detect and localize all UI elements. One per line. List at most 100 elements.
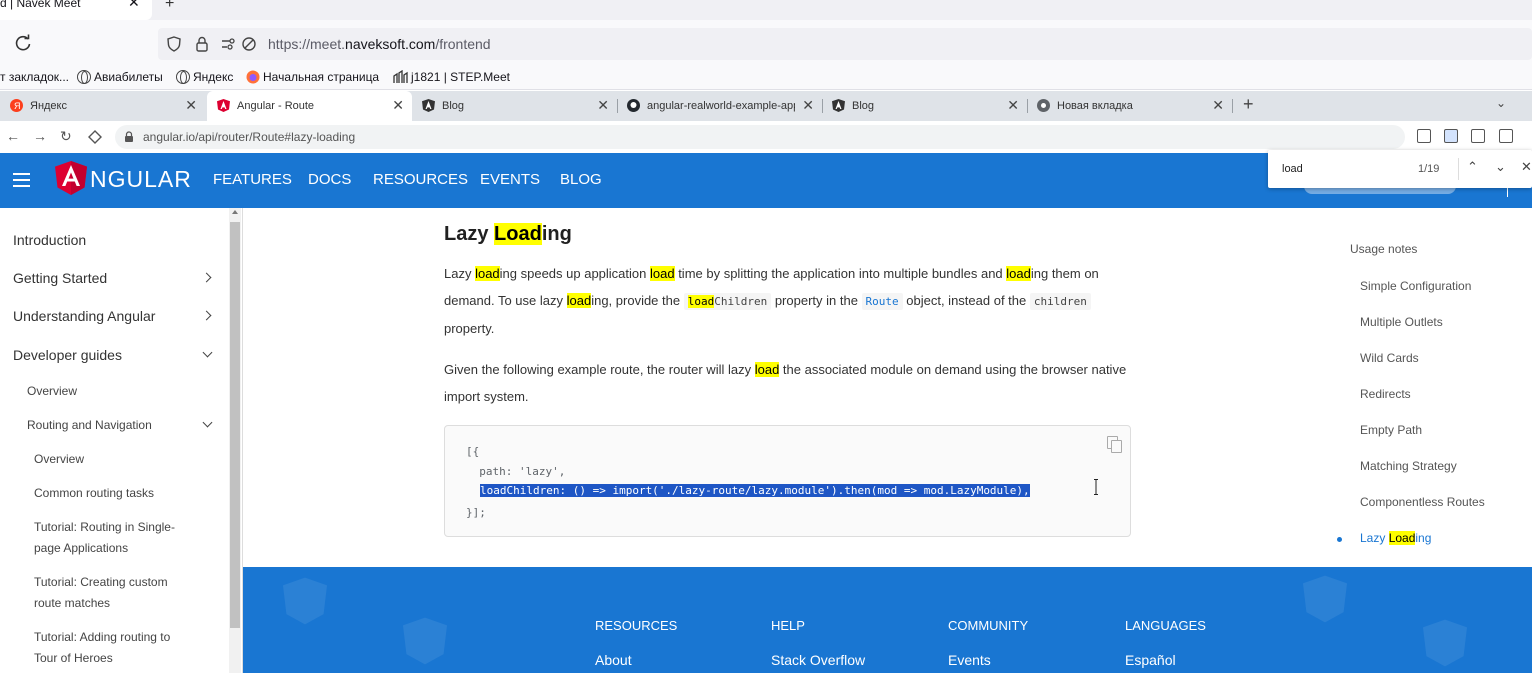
bookmark-import[interactable]: т закладок...	[0, 70, 69, 84]
lock-icon[interactable]	[194, 36, 210, 52]
inner-tab-new-tab[interactable]: Новая вкладка ✕	[1027, 91, 1232, 121]
angular-logo-icon[interactable]	[55, 161, 87, 195]
toc-item-lazy-loading[interactable]: Lazy Loading	[1360, 531, 1431, 545]
nav-blog[interactable]: BLOG	[560, 171, 602, 188]
angular-wordmark[interactable]: NGULAR	[90, 166, 192, 193]
footer-heading-community: COMMUNITY	[948, 618, 1029, 633]
tab-close-icon[interactable]: ✕	[185, 97, 197, 114]
tab-close-icon[interactable]: ✕	[392, 97, 404, 114]
sidebar-item-tutorial-custom-route[interactable]: Tutorial: Creating custom route matches	[34, 572, 184, 614]
bookmark-start-page[interactable]: Начальная страница	[246, 70, 379, 84]
hamburger-menu-icon[interactable]	[13, 173, 30, 187]
bookmark-yandex[interactable]: Яндекс	[176, 70, 233, 84]
sidebar-item-introduction[interactable]: Introduction	[13, 232, 86, 248]
find-next-chevron-icon[interactable]: ⌄	[1495, 159, 1506, 175]
translate-icon[interactable]	[1471, 129, 1485, 143]
sidebar-item-common-routing-tasks[interactable]: Common routing tasks	[34, 483, 154, 504]
scroll-up-arrow-icon[interactable]	[232, 210, 238, 214]
toc-item-wild-cards[interactable]: Wild Cards	[1360, 351, 1419, 365]
bookmark-label: Яндекс	[193, 70, 234, 84]
inner-tab-blog-1[interactable]: Blog ✕	[412, 91, 617, 121]
chevron-down-icon[interactable]	[202, 347, 213, 358]
outer-new-tab-button[interactable]: +	[165, 0, 174, 13]
inner-tab-github[interactable]: angular-realworld-example-app/ ✕	[617, 91, 822, 121]
text: Given the following example route, the r…	[444, 362, 755, 377]
find-prev-chevron-icon[interactable]: ⌃	[1467, 159, 1478, 175]
inner-tab-angular-route[interactable]: Angular - Route ✕	[207, 91, 412, 121]
step-logo-icon	[393, 69, 408, 83]
toc-item-empty-path[interactable]: Empty Path	[1360, 423, 1422, 437]
toc-item-componentless-routes[interactable]: Componentless Routes	[1360, 495, 1485, 509]
download-icon[interactable]	[1417, 129, 1431, 143]
nav-events[interactable]: EVENTS	[480, 171, 540, 188]
forward-arrow-icon[interactable]: →	[33, 128, 47, 144]
sidebar-item-tutorial-spa[interactable]: Tutorial: Routing in Single-page Applica…	[34, 517, 184, 559]
inline-code-route-link[interactable]: Route	[861, 293, 903, 310]
outer-navigation-bar: https://meet.naveksoft.com/frontend	[0, 20, 1532, 66]
scrollbar-thumb[interactable]	[230, 222, 240, 628]
footer-link-events[interactable]: Events	[948, 652, 991, 668]
bookmark-step-meet[interactable]: j1821 | STEP.Meet	[393, 69, 510, 84]
sidebar-scrollbar[interactable]	[229, 208, 241, 673]
chevron-right-icon[interactable]	[201, 272, 212, 283]
tracking-protection-icon[interactable]	[241, 36, 257, 52]
permissions-icon[interactable]	[220, 36, 236, 52]
footer-link-stack-overflow[interactable]: Stack Overflow	[771, 652, 865, 668]
tab-label: angular-realworld-example-app/	[647, 100, 795, 112]
sidebar-item-routing-overview[interactable]: Overview	[34, 449, 84, 470]
find-input[interactable]: load	[1282, 163, 1303, 175]
inner-tab-yandex[interactable]: Я Яндекс ✕	[0, 91, 205, 121]
inner-url-bar[interactable]: angular.io/api/router/Route#lazy-loading	[115, 125, 1405, 149]
chevron-down-icon[interactable]	[202, 417, 213, 428]
sidebar-item-getting-started[interactable]: Getting Started	[13, 270, 107, 286]
text: property.	[444, 321, 495, 336]
angular-watermark-icon	[283, 577, 327, 625]
outer-tab-title: d | Navek Meet	[0, 0, 81, 10]
share-icon[interactable]	[1499, 129, 1513, 143]
outer-url-bar[interactable]: https://meet.naveksoft.com/frontend	[158, 28, 1532, 60]
back-arrow-icon[interactable]: ←	[6, 128, 20, 144]
text: time by splitting the application into m…	[674, 266, 1007, 281]
bookmark-aviabilety[interactable]: Авиабилеты	[77, 70, 163, 84]
sidebar-item-overview[interactable]: Overview	[27, 384, 77, 398]
toc-item-redirects[interactable]: Redirects	[1360, 387, 1411, 401]
tab-separator	[1232, 99, 1233, 113]
angular-watermark-icon	[1303, 575, 1347, 623]
toc-item-simple-configuration[interactable]: Simple Configuration	[1360, 279, 1471, 293]
inner-new-tab-button[interactable]: +	[1243, 94, 1254, 115]
tab-close-icon[interactable]: ✕	[597, 97, 609, 114]
outer-url-text[interactable]: https://meet.naveksoft.com/frontend	[268, 36, 491, 52]
globe-icon	[77, 70, 91, 84]
inner-tab-blog-2[interactable]: Blog ✕	[822, 91, 1027, 121]
find-close-icon[interactable]: ✕	[1521, 159, 1532, 175]
footer-link-about[interactable]: About	[595, 652, 632, 668]
tab-close-icon[interactable]: ✕	[1212, 97, 1224, 114]
code-example[interactable]: [{ path: 'lazy', loadChildren: () => imp…	[444, 425, 1131, 537]
reload-icon[interactable]: ↻	[60, 128, 72, 145]
sidebar-item-tutorial-tour-of-heroes[interactable]: Tutorial: Adding routing to Tour of Hero…	[34, 627, 184, 669]
nav-docs[interactable]: DOCS	[308, 171, 351, 188]
site-info-icon[interactable]	[124, 131, 134, 143]
tab-close-icon[interactable]: ✕	[1007, 97, 1019, 114]
sidebar-item-developer-guides[interactable]: Developer guides	[13, 347, 122, 363]
outer-tab-active[interactable]: d | Navek Meet ✕	[0, 0, 152, 20]
home-icon[interactable]	[87, 129, 103, 145]
outer-tab-close-icon[interactable]: ✕	[128, 0, 140, 9]
toc-item-multiple-outlets[interactable]: Multiple Outlets	[1360, 315, 1443, 329]
nav-resources[interactable]: RESOURCES	[373, 171, 468, 188]
chevron-right-icon[interactable]	[201, 310, 212, 321]
url-prefix: https://meet.	[268, 36, 346, 52]
sidebar-item-understanding-angular[interactable]: Understanding Angular	[13, 308, 155, 324]
outer-reload-icon[interactable]	[13, 33, 33, 53]
toc-heading[interactable]: Usage notes	[1350, 242, 1417, 256]
shield-icon[interactable]	[166, 36, 182, 52]
nav-features[interactable]: FEATURES	[213, 171, 292, 188]
copy-icon[interactable]	[1107, 436, 1122, 453]
bookmarks-toolbar: т закладок... Авиабилеты Яндекс Начальна…	[0, 66, 1532, 90]
find-in-page-icon[interactable]	[1444, 129, 1458, 143]
toc-item-matching-strategy[interactable]: Matching Strategy	[1360, 459, 1457, 473]
footer-link-espanol[interactable]: Español	[1125, 652, 1176, 668]
tab-close-icon[interactable]: ✕	[802, 97, 814, 114]
tab-search-chevron-icon[interactable]: ⌄	[1496, 96, 1506, 110]
sidebar-item-routing-navigation[interactable]: Routing and Navigation	[27, 418, 152, 432]
